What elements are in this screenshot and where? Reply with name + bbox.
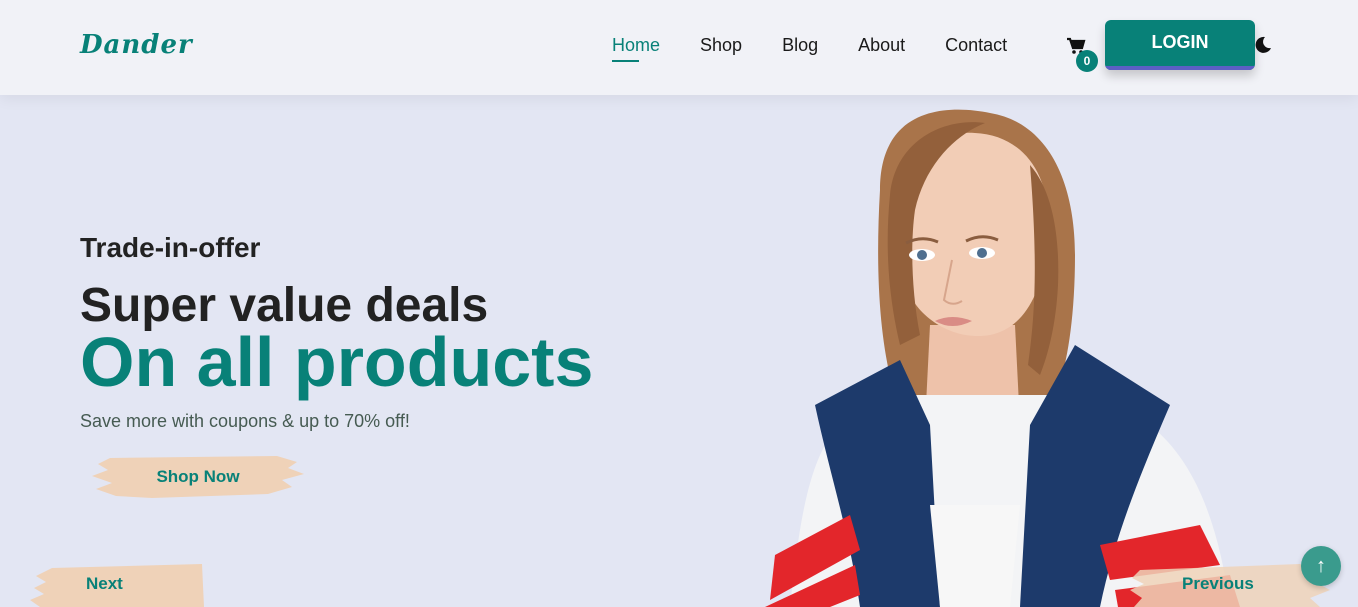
nav-link-shop[interactable]: Shop [700,35,742,56]
nav-link-home[interactable]: Home [612,35,660,62]
slider-previous-label: Previous [1182,573,1254,593]
hero-model-image [730,95,1330,607]
scroll-to-top-button[interactable]: ↑ [1301,546,1341,586]
slider-next-button[interactable]: Next [30,560,210,607]
nav-link-contact[interactable]: Contact [945,35,1007,56]
nav-link-blog[interactable]: Blog [782,35,818,56]
hero-headline-accent: On all products [80,323,594,401]
slider-previous-button[interactable]: Previous [1130,560,1330,607]
cart-count-badge: 0 [1076,50,1098,72]
hero-eyebrow: Trade-in-offer [80,232,261,263]
moon-icon[interactable] [1252,35,1272,55]
slider-next-label: Next [86,573,123,593]
login-button[interactable]: LOGIN [1105,20,1255,70]
shop-now-label: Shop Now [156,467,240,486]
nav-link-about[interactable]: About [858,35,905,56]
login-button-label: LOGIN [1151,31,1209,52]
site-logo[interactable]: Dander [80,30,193,60]
hero-subtext: Save more with coupons & up to 70% off! [80,411,410,431]
top-navigation-bar: Dander Home Shop Blog About Contact 0 LO… [0,0,1358,95]
shop-now-button[interactable]: Shop Now [92,454,304,500]
arrow-up-icon: ↑ [1316,555,1326,577]
main-nav: Home Shop Blog About Contact [612,35,1047,62]
